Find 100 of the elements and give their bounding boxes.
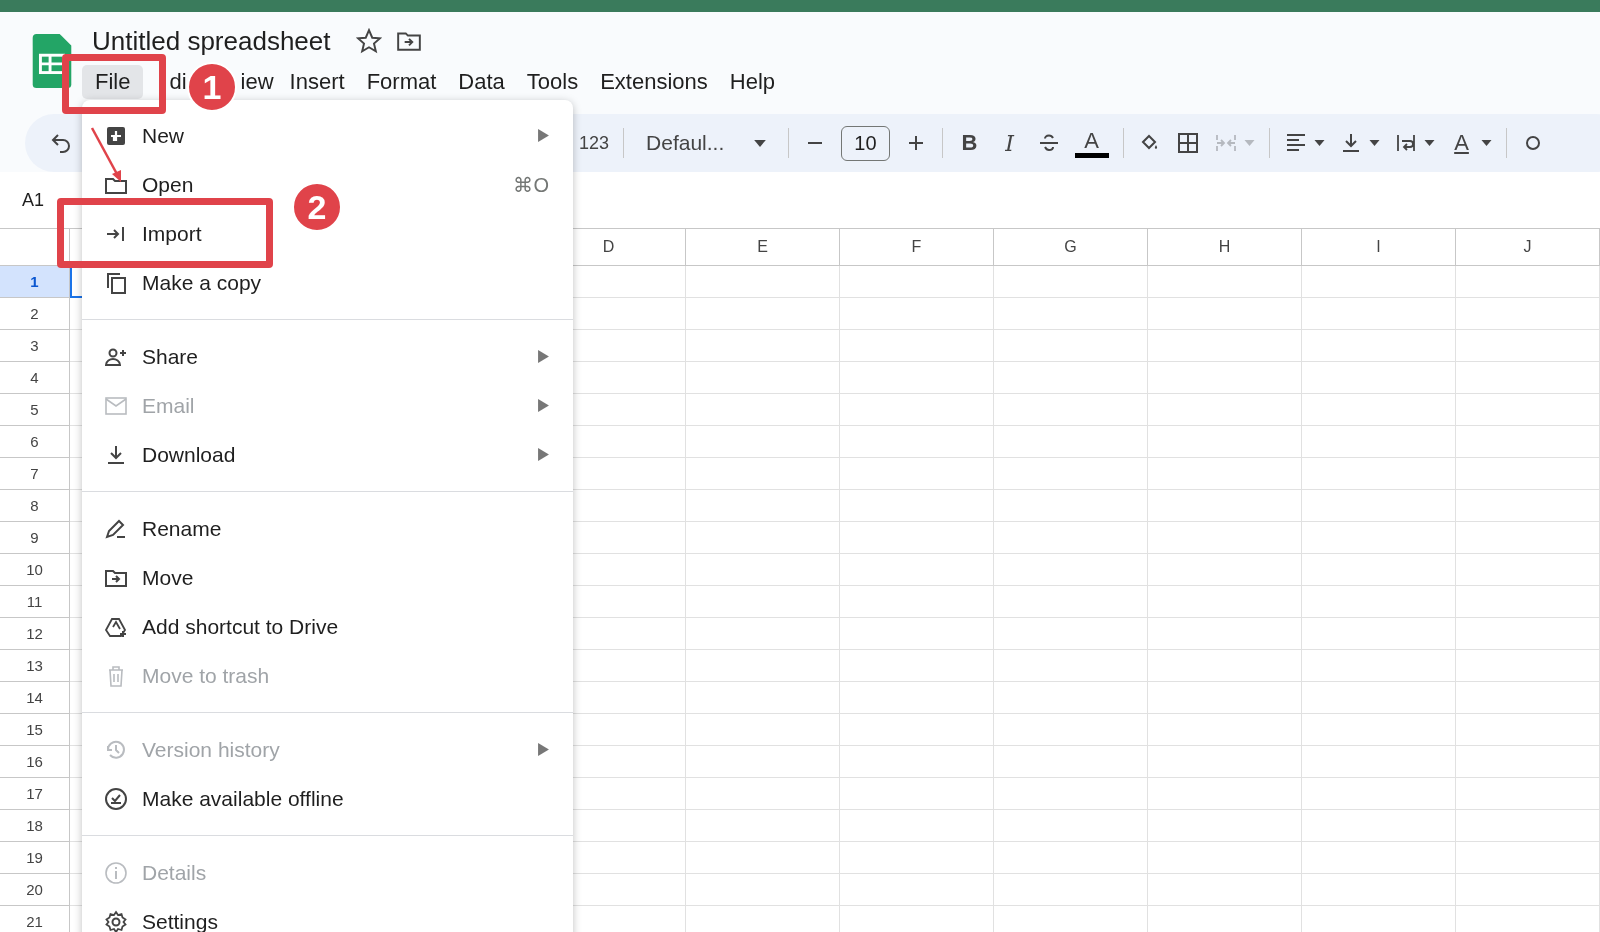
- table-cell[interactable]: [1456, 874, 1600, 906]
- table-cell[interactable]: [1456, 842, 1600, 874]
- table-cell[interactable]: [1302, 458, 1456, 490]
- table-cell[interactable]: [1456, 522, 1600, 554]
- column-header[interactable]: E: [686, 229, 840, 266]
- table-cell[interactable]: [686, 618, 840, 650]
- menu-item[interactable]: iew: [240, 65, 274, 99]
- column-header[interactable]: F: [840, 229, 994, 266]
- table-cell[interactable]: [1456, 586, 1600, 618]
- font-size-field[interactable]: 10: [841, 125, 890, 161]
- row-header[interactable]: 19: [0, 842, 70, 874]
- table-cell[interactable]: [686, 362, 840, 394]
- column-header[interactable]: J: [1456, 229, 1600, 266]
- table-cell[interactable]: [686, 650, 840, 682]
- row-header[interactable]: 20: [0, 874, 70, 906]
- table-cell[interactable]: [686, 426, 840, 458]
- borders-icon[interactable]: [1175, 131, 1200, 155]
- row-header[interactable]: 13: [0, 650, 70, 682]
- table-cell[interactable]: [1302, 650, 1456, 682]
- table-cell[interactable]: [1456, 714, 1600, 746]
- table-cell[interactable]: [1302, 714, 1456, 746]
- caret-icon[interactable]: [1423, 140, 1435, 146]
- name-box[interactable]: A1: [22, 189, 45, 211]
- table-cell[interactable]: [1148, 426, 1302, 458]
- caret-icon[interactable]: [1480, 140, 1492, 146]
- table-cell[interactable]: [1148, 810, 1302, 842]
- menu-item[interactable]: Data: [458, 65, 505, 99]
- star-icon[interactable]: [356, 28, 383, 54]
- table-cell[interactable]: [1456, 362, 1600, 394]
- table-cell[interactable]: [840, 586, 994, 618]
- table-cell[interactable]: [994, 618, 1148, 650]
- table-cell[interactable]: [994, 522, 1148, 554]
- table-cell[interactable]: [1148, 746, 1302, 778]
- table-cell[interactable]: [1148, 362, 1302, 394]
- table-cell[interactable]: [1456, 650, 1600, 682]
- table-cell[interactable]: [994, 682, 1148, 714]
- table-cell[interactable]: [1148, 618, 1302, 650]
- table-cell[interactable]: [1456, 298, 1600, 330]
- table-cell[interactable]: [840, 874, 994, 906]
- bold-button[interactable]: B: [956, 130, 983, 156]
- menu-item[interactable]: Add shortcut to Drive: [142, 614, 339, 639]
- table-cell[interactable]: [994, 778, 1148, 810]
- row-header[interactable]: 8: [0, 490, 70, 522]
- table-cell[interactable]: [1456, 490, 1600, 522]
- table-cell[interactable]: [1456, 426, 1600, 458]
- table-cell[interactable]: [994, 266, 1148, 298]
- menu-item[interactable]: Open: [142, 172, 194, 197]
- table-cell[interactable]: [840, 746, 994, 778]
- table-cell[interactable]: [1456, 746, 1600, 778]
- table-cell[interactable]: [1456, 810, 1600, 842]
- table-cell[interactable]: [994, 650, 1148, 682]
- table-cell[interactable]: [1148, 298, 1302, 330]
- table-cell[interactable]: [1302, 330, 1456, 362]
- menu-item[interactable]: New: [142, 123, 184, 148]
- table-cell[interactable]: [840, 266, 994, 298]
- row-header[interactable]: 14: [0, 682, 70, 714]
- row-header[interactable]: 7: [0, 458, 70, 490]
- table-cell[interactable]: [994, 810, 1148, 842]
- table-cell[interactable]: [1302, 810, 1456, 842]
- table-cell[interactable]: [1456, 394, 1600, 426]
- row-header[interactable]: 5: [0, 394, 70, 426]
- menu-item[interactable]: Format: [366, 65, 437, 99]
- table-cell[interactable]: [686, 522, 840, 554]
- table-cell[interactable]: [840, 330, 994, 362]
- row-header[interactable]: 2: [0, 298, 70, 330]
- table-cell[interactable]: [1302, 490, 1456, 522]
- table-cell[interactable]: [686, 586, 840, 618]
- table-cell[interactable]: [686, 746, 840, 778]
- table-cell[interactable]: [840, 650, 994, 682]
- row-header[interactable]: 1: [0, 266, 70, 298]
- table-cell[interactable]: [686, 842, 840, 874]
- table-cell[interactable]: [1302, 842, 1456, 874]
- menu-item[interactable]: File: [82, 65, 144, 99]
- table-cell[interactable]: [840, 618, 994, 650]
- table-cell[interactable]: [1148, 266, 1302, 298]
- table-cell[interactable]: [1148, 682, 1302, 714]
- font-dropdown[interactable]: Defaul...: [638, 131, 775, 155]
- table-cell[interactable]: [1302, 746, 1456, 778]
- table-cell[interactable]: [1148, 650, 1302, 682]
- menu-item[interactable]: Tools: [526, 65, 579, 99]
- menu-item[interactable]: Share: [142, 344, 199, 369]
- table-cell[interactable]: [686, 394, 840, 426]
- table-cell[interactable]: [840, 458, 994, 490]
- table-cell[interactable]: [1148, 554, 1302, 586]
- row-header[interactable]: 11: [0, 586, 70, 618]
- table-cell[interactable]: [1302, 362, 1456, 394]
- table-cell[interactable]: [1302, 778, 1456, 810]
- column-header[interactable]: H: [1148, 229, 1302, 266]
- table-cell[interactable]: [686, 874, 840, 906]
- caret-icon[interactable]: [1368, 140, 1380, 146]
- table-cell[interactable]: [686, 490, 840, 522]
- table-cell[interactable]: [1148, 778, 1302, 810]
- document-title[interactable]: Untitled spreadsheet: [92, 25, 331, 57]
- table-cell[interactable]: [1456, 458, 1600, 490]
- row-header[interactable]: 17: [0, 778, 70, 810]
- table-cell[interactable]: [994, 394, 1148, 426]
- row-header[interactable]: 21: [0, 906, 70, 932]
- table-cell[interactable]: [840, 778, 994, 810]
- table-cell[interactable]: [686, 714, 840, 746]
- table-cell[interactable]: [686, 266, 840, 298]
